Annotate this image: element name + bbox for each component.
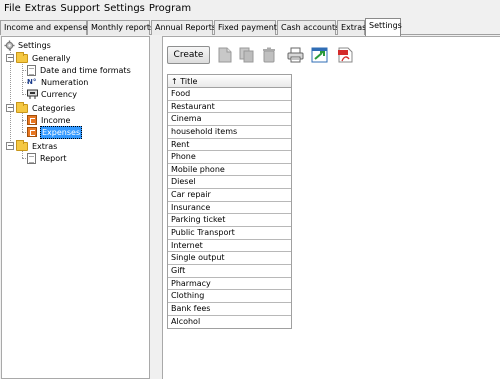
tree-label-income: Income — [41, 115, 71, 125]
menu-file[interactable]: File — [2, 3, 23, 14]
new-icon[interactable] — [216, 46, 234, 64]
category-list-panel: Create ↑ Title Food Restaurant Cinema house… — [162, 36, 500, 379]
folder-icon — [16, 139, 28, 151]
table-row[interactable]: Cinema — [168, 113, 291, 126]
tree-label-numeration: Numeration — [41, 77, 89, 87]
numero-icon: N° — [27, 78, 37, 86]
tab-monthly-reports[interactable]: Monthly reports — [87, 20, 154, 35]
tab-income-and-expenses[interactable]: Income and expenses — [0, 20, 91, 35]
tab-cash-accounts[interactable]: Cash accounts — [277, 20, 339, 35]
table-row[interactable]: Rent — [168, 138, 291, 152]
document-icon — [27, 152, 36, 164]
table-row[interactable]: Parking ticket — [168, 214, 291, 228]
menu-support[interactable]: Support — [58, 3, 102, 14]
delete-icon[interactable] — [260, 46, 278, 64]
category-icon — [27, 115, 37, 125]
tree-label-categories: Categories — [32, 103, 76, 113]
tree-node-currency[interactable]: Currency — [27, 88, 78, 100]
category-icon — [27, 127, 37, 137]
tree-line — [22, 61, 23, 93]
export-icon[interactable] — [310, 46, 328, 64]
tree-node-categories[interactable]: − Categories — [6, 101, 76, 114]
table-row[interactable]: Internet — [168, 239, 291, 253]
folder-icon — [16, 51, 28, 63]
currency-icon — [27, 89, 38, 99]
tree-node-income[interactable]: Income — [27, 114, 71, 126]
collapse-icon[interactable]: − — [6, 142, 14, 150]
tab-settings[interactable]: Settings — [365, 18, 402, 36]
table-row[interactable]: Alcohol — [168, 315, 291, 329]
tree-line — [10, 49, 11, 149]
create-button[interactable]: Create — [167, 46, 210, 64]
tree-node-generally[interactable]: − Generally — [6, 51, 71, 64]
table-row[interactable]: Public Transport — [168, 227, 291, 240]
menu-extras[interactable]: Extras — [23, 3, 59, 14]
document-icon — [27, 64, 36, 76]
tree-label-settings: Settings — [18, 40, 51, 50]
tree-line — [22, 112, 23, 132]
collapse-icon[interactable]: − — [6, 54, 14, 62]
tree-node-extras[interactable]: − Extras — [6, 139, 58, 152]
gear-icon — [4, 40, 15, 51]
table-row[interactable]: Car repair — [168, 189, 291, 202]
table-row[interactable]: Clothing — [168, 290, 291, 303]
tree-node-settings[interactable]: Settings — [4, 39, 52, 51]
folder-icon — [16, 101, 28, 113]
tree-node-report[interactable]: Report — [27, 152, 68, 164]
menu-settings[interactable]: Settings — [102, 3, 147, 14]
table-row[interactable]: Restaurant — [168, 100, 291, 114]
table-row[interactable]: Insurance — [168, 201, 291, 215]
tree-label-expenses: Expenses — [40, 125, 83, 139]
table-row[interactable]: Food — [168, 88, 291, 101]
tab-bar: Income and expenses Monthly reports Annu… — [0, 18, 500, 36]
tree-label-currency: Currency — [41, 89, 78, 99]
tree-node-expenses[interactable]: Expenses — [27, 125, 83, 139]
settings-tree: Settings − Generally Date and time forma… — [1, 36, 150, 379]
tree-node-numeration[interactable]: N° Numeration — [27, 76, 89, 88]
collapse-icon[interactable]: − — [6, 104, 14, 112]
tree-label-date-time: Date and time formats — [40, 65, 131, 75]
pane-splitter[interactable] — [150, 36, 162, 379]
print-icon[interactable] — [286, 46, 304, 64]
menu-bar: File Extras Support Settings Program — [0, 0, 500, 17]
tree-label-extras: Extras — [32, 141, 58, 151]
tab-annual-reports[interactable]: Annual Reports — [151, 20, 216, 35]
menu-program[interactable]: Program — [147, 3, 193, 14]
table-row[interactable]: Gift — [168, 264, 291, 278]
pdf-icon[interactable] — [336, 46, 354, 64]
tab-extras[interactable]: Extras — [337, 20, 366, 35]
tab-fixed-payments[interactable]: Fixed payments — [214, 20, 281, 35]
column-header-title[interactable]: ↑ Title — [168, 74, 291, 88]
table-row[interactable]: Mobile phone — [168, 163, 291, 177]
tree-node-date-time-formats[interactable]: Date and time formats — [27, 64, 132, 76]
table-row[interactable]: Phone — [168, 151, 291, 164]
category-grid: ↑ Title Food Restaurant Cinema household it… — [167, 74, 292, 330]
table-row[interactable]: Diesel — [168, 176, 291, 190]
table-row[interactable]: household items — [168, 125, 291, 139]
table-row[interactable]: Bank fees — [168, 302, 291, 316]
tree-label-report: Report — [40, 153, 67, 163]
table-row[interactable]: Pharmacy — [168, 277, 291, 291]
copy-icon[interactable] — [238, 46, 256, 64]
tree-label-generally: Generally — [32, 53, 71, 63]
table-row[interactable]: Single output — [168, 252, 291, 265]
